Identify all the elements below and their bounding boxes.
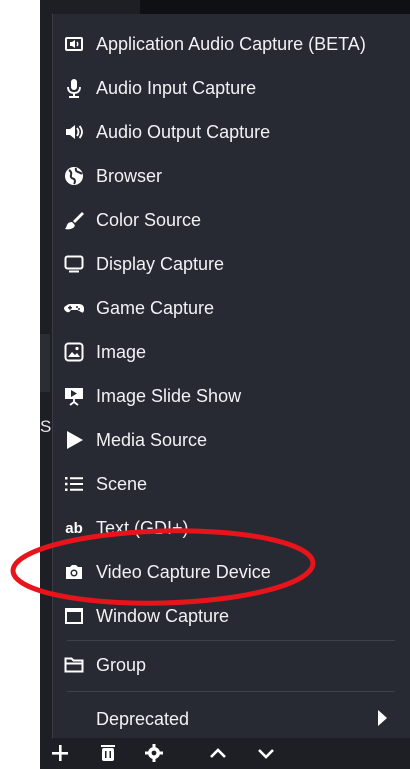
slideshow-icon [63, 385, 85, 407]
gamepad-icon [63, 297, 85, 319]
menu-item-scene[interactable]: Scene [53, 464, 395, 504]
menu-item-audio-output-capture[interactable]: Audio Output Capture [53, 112, 395, 152]
menu-item-image-slide-show[interactable]: Image Slide Show [53, 376, 395, 416]
menu-item-video-capture-device[interactable]: Video Capture Device [53, 552, 395, 592]
menu-item-label: Image Slide Show [96, 385, 242, 406]
menu-item-label: Browser [96, 165, 163, 186]
menu-item-deprecated[interactable]: Deprecated [53, 699, 395, 739]
menu-item-label: Window Capture [96, 605, 230, 626]
image-icon [63, 341, 85, 363]
camera-icon [63, 561, 85, 583]
globe-icon [63, 165, 85, 187]
menu-item-label: Audio Input Capture [96, 77, 257, 98]
speaker-icon [63, 121, 85, 143]
trash-icon [97, 742, 119, 769]
menu-separator [67, 640, 395, 641]
menu-item-display-capture[interactable]: Display Capture [53, 244, 395, 284]
menu-item-image[interactable]: Image [53, 332, 395, 372]
dock-panel-edge [40, 334, 50, 392]
sources-dock-title-fragment: S [40, 417, 52, 436]
menu-item-label: Audio Output Capture [96, 121, 271, 142]
play-icon [63, 429, 85, 451]
menu-item-label: Image [96, 341, 147, 362]
sources-toolbar [40, 738, 410, 769]
source-properties-button[interactable] [138, 741, 170, 769]
menu-separator [67, 691, 395, 692]
submenu-arrow-icon [378, 710, 387, 726]
menu-item-game-capture[interactable]: Game Capture [53, 288, 395, 328]
brush-icon [63, 209, 85, 231]
menu-item-color-source[interactable]: Color Source [53, 200, 395, 240]
folder-icon [63, 654, 85, 676]
add-icon [49, 742, 71, 769]
text-icon: ab [65, 519, 83, 537]
menu-item-audio-input-capture[interactable]: Audio Input Capture [53, 68, 395, 108]
menu-item-label: Video Capture Device [96, 561, 271, 582]
menu-item-group[interactable]: Group [53, 645, 395, 685]
menu-item-label: Group [96, 654, 147, 675]
menu-item-label: Scene [96, 473, 148, 494]
window-top-strip [140, 0, 410, 14]
menu-item-label: Application Audio Capture (BETA) [96, 33, 366, 54]
add-source-button[interactable] [44, 741, 76, 769]
menu-item-label: Media Source [96, 429, 208, 450]
gear-icon [143, 742, 165, 769]
menu-item-label: Text (GDI+) [96, 517, 189, 538]
menu-item-media-source[interactable]: Media Source [53, 420, 395, 460]
microphone-icon [63, 77, 85, 99]
menu-item-application-audio-capture[interactable]: Application Audio Capture (BETA) [53, 24, 395, 64]
menu-item-text-gdi[interactable]: ab Text (GDI+) [53, 508, 395, 548]
window-icon [63, 605, 85, 627]
menu-item-label: Game Capture [96, 297, 215, 318]
menu-item-label: Deprecated [96, 708, 190, 729]
move-source-down-button[interactable] [250, 741, 282, 769]
add-source-menu: Application Audio Capture (BETA) Audio I… [52, 14, 410, 746]
remove-source-button[interactable] [92, 741, 124, 769]
chevron-up-icon [207, 742, 229, 769]
menu-item-label: Display Capture [96, 253, 225, 274]
app-audio-icon [63, 33, 85, 55]
monitor-icon [63, 253, 85, 275]
menu-item-browser[interactable]: Browser [53, 156, 395, 196]
chevron-down-icon [255, 742, 277, 769]
menu-item-label: Color Source [96, 209, 202, 230]
list-icon [63, 473, 85, 495]
menu-item-window-capture[interactable]: Window Capture [53, 596, 395, 636]
move-source-up-button[interactable] [202, 741, 234, 769]
